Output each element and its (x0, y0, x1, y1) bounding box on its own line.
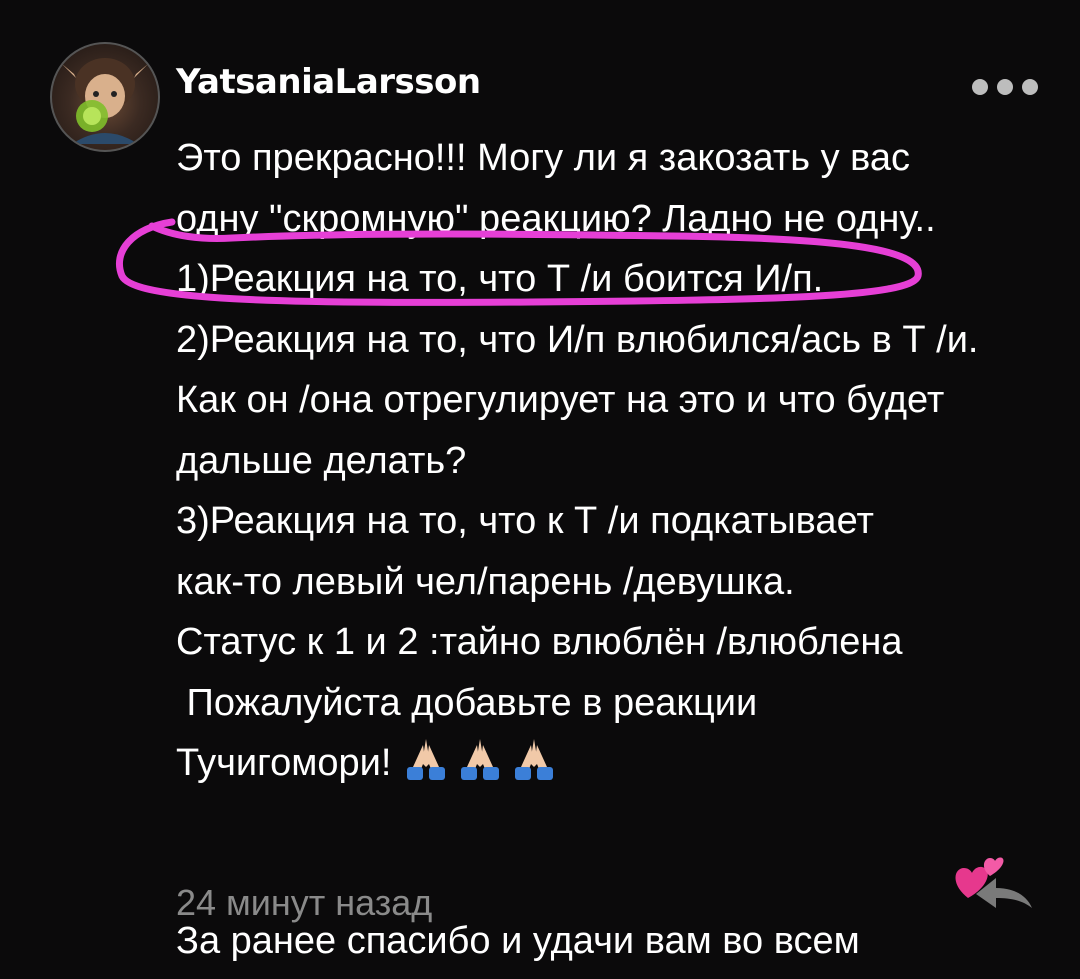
comment-line: Это прекрасно!!! Могу ли я закозать у ва… (176, 128, 1056, 189)
folded-hands-icon (455, 737, 505, 781)
comment-line: За ранее спасибо и удачи вам во всем (176, 794, 1056, 855)
folded-hands-emoji-group (401, 737, 559, 781)
comment-line: как-то левый чел/парень /девушка. (176, 552, 1056, 613)
reply-button[interactable] (972, 874, 1036, 914)
comment-line-text: За ранее спасибо и удачи вам во всем (176, 920, 860, 962)
more-dot-icon (972, 79, 988, 95)
reply-arrow-icon (972, 874, 1036, 914)
comment-line-text: Тучигомори! (176, 742, 391, 784)
avatar[interactable] (50, 42, 160, 152)
comment-body: Это прекрасно!!! Могу ли я закозать у ва… (176, 128, 1056, 854)
comment-line: 2)Реакция на то, что И/п влюбился/ась в … (176, 310, 1056, 371)
avatar-image (52, 44, 158, 150)
more-options-button[interactable] (972, 72, 1038, 102)
comment-line: дальше делать? (176, 431, 1056, 492)
comment-line: Статус к 1 и 2 :тайно влюблён /влюблена (176, 612, 1056, 673)
comment-line: 1)Реакция на то, что Т /и боится И/п. (176, 249, 1056, 310)
comment-line: одну "скромную" реакцию? Ладно не одну.. (176, 189, 1056, 250)
folded-hands-icon (401, 737, 451, 781)
comment-line: Тучигомори! (176, 733, 1056, 794)
comment-line: Пожалуйста добавьте в реакции (176, 673, 1056, 734)
author-name[interactable]: YatsaniaLarsson (176, 62, 481, 102)
more-dot-icon (1022, 79, 1038, 95)
comment-line: 3)Реакция на то, что к Т /и подкатывает (176, 491, 1056, 552)
comment-card: YatsaniaLarsson Это прекрасно!!! Могу ли… (0, 0, 1080, 972)
folded-hands-icon (509, 737, 559, 781)
comment-line: Как он /она отрегулирует на это и что бу… (176, 370, 1056, 431)
timestamp: 24 минут назад (176, 882, 432, 924)
more-dot-icon (997, 79, 1013, 95)
